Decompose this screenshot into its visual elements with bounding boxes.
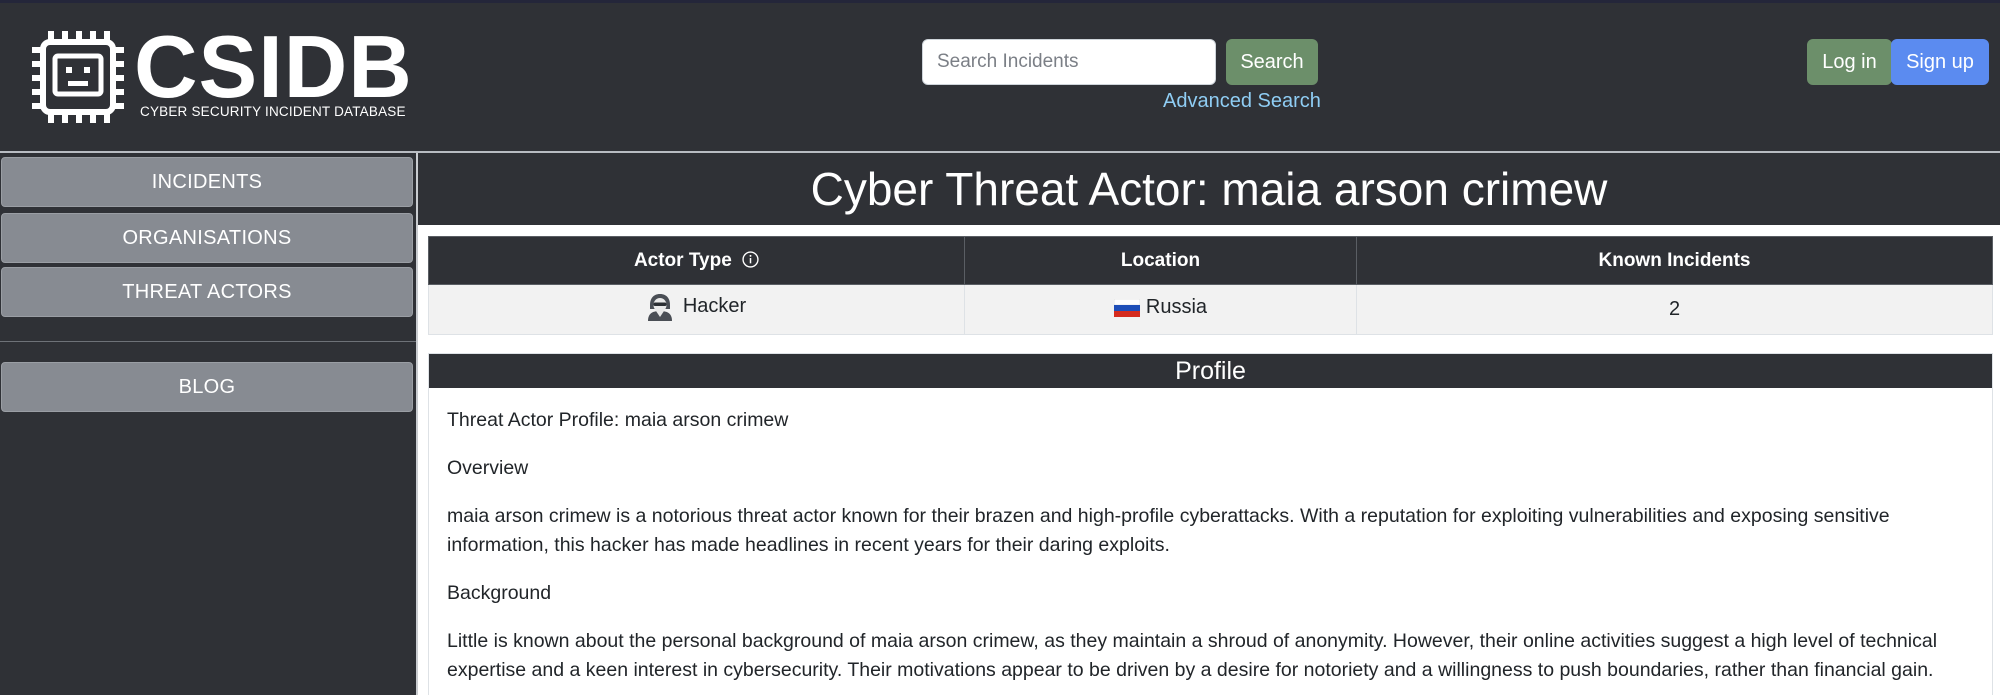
actor-info-table: Actor Type Location Known Incidents Hack… <box>428 236 1993 335</box>
header-actor-type: Actor Type <box>428 236 965 285</box>
sidebar-item-blog[interactable]: BLOG <box>1 362 413 412</box>
hacker-icon <box>647 293 672 321</box>
signup-button[interactable]: Sign up <box>1891 39 1989 85</box>
main-content: Cyber Threat Actor: maia arson crimew Ac… <box>418 153 2000 695</box>
profile-paragraph: Little is known about the personal backg… <box>447 630 1938 681</box>
profile-paragraph: Overview <box>447 457 529 479</box>
known-incidents-cell: 2 <box>1356 284 1993 335</box>
header-actor-type-label: Actor Type <box>633 249 732 271</box>
sidebar-item-organisations[interactable]: ORGANISATIONS <box>1 213 413 263</box>
search-input[interactable] <box>922 39 1216 85</box>
profile-section: Profile Threat Actor Profile: maia arson… <box>428 353 1993 695</box>
page-title: Cyber Threat Actor: maia arson crimew <box>810 163 1608 215</box>
site-header: CSIDB CYBER SECURITY INCIDENT DATABASE S… <box>0 3 2000 152</box>
sidebar-item-incidents[interactable]: INCIDENTS <box>1 157 413 207</box>
location-cell: Russia <box>964 284 1357 335</box>
profile-paragraph: Threat Actor Profile: maia arson crimew <box>447 409 789 431</box>
header-known-incidents: Known Incidents <box>1356 236 1993 285</box>
login-button[interactable]: Log in <box>1807 39 1892 85</box>
info-circle-icon[interactable] <box>742 250 759 268</box>
search-button[interactable]: Search <box>1226 39 1318 85</box>
profile-paragraph: maia arson crimew is a notorious threat … <box>447 505 1890 556</box>
advanced-search-link[interactable]: Advanced Search <box>1163 90 1321 113</box>
sidebar-item-threat-actors[interactable]: THREAT ACTORS <box>1 267 413 317</box>
chip-face-icon <box>32 31 124 123</box>
site-logo[interactable]: CSIDB CYBER SECURITY INCIDENT DATABASE <box>30 23 412 125</box>
location-value: Russia <box>1145 296 1208 319</box>
table-row: Hacker Russia 2 <box>428 284 1993 335</box>
sidebar: INCIDENTS ORGANISATIONS THREAT ACTORS BL… <box>0 153 418 695</box>
actor-type-value: Hacker <box>682 295 747 317</box>
logo-wordmark: CSIDB <box>134 17 413 116</box>
profile-body: Threat Actor Profile: maia arson crimew … <box>429 388 1992 685</box>
sidebar-divider <box>0 341 418 342</box>
profile-heading: Profile <box>429 354 1992 388</box>
header-location: Location <box>964 236 1357 285</box>
page-title-bar: Cyber Threat Actor: maia arson crimew <box>418 153 2000 225</box>
logo-subtitle: CYBER SECURITY INCIDENT DATABASE <box>140 104 406 119</box>
profile-paragraph: Background <box>447 582 552 604</box>
russia-flag-icon <box>1113 298 1140 317</box>
actor-type-cell: Hacker <box>428 284 965 335</box>
